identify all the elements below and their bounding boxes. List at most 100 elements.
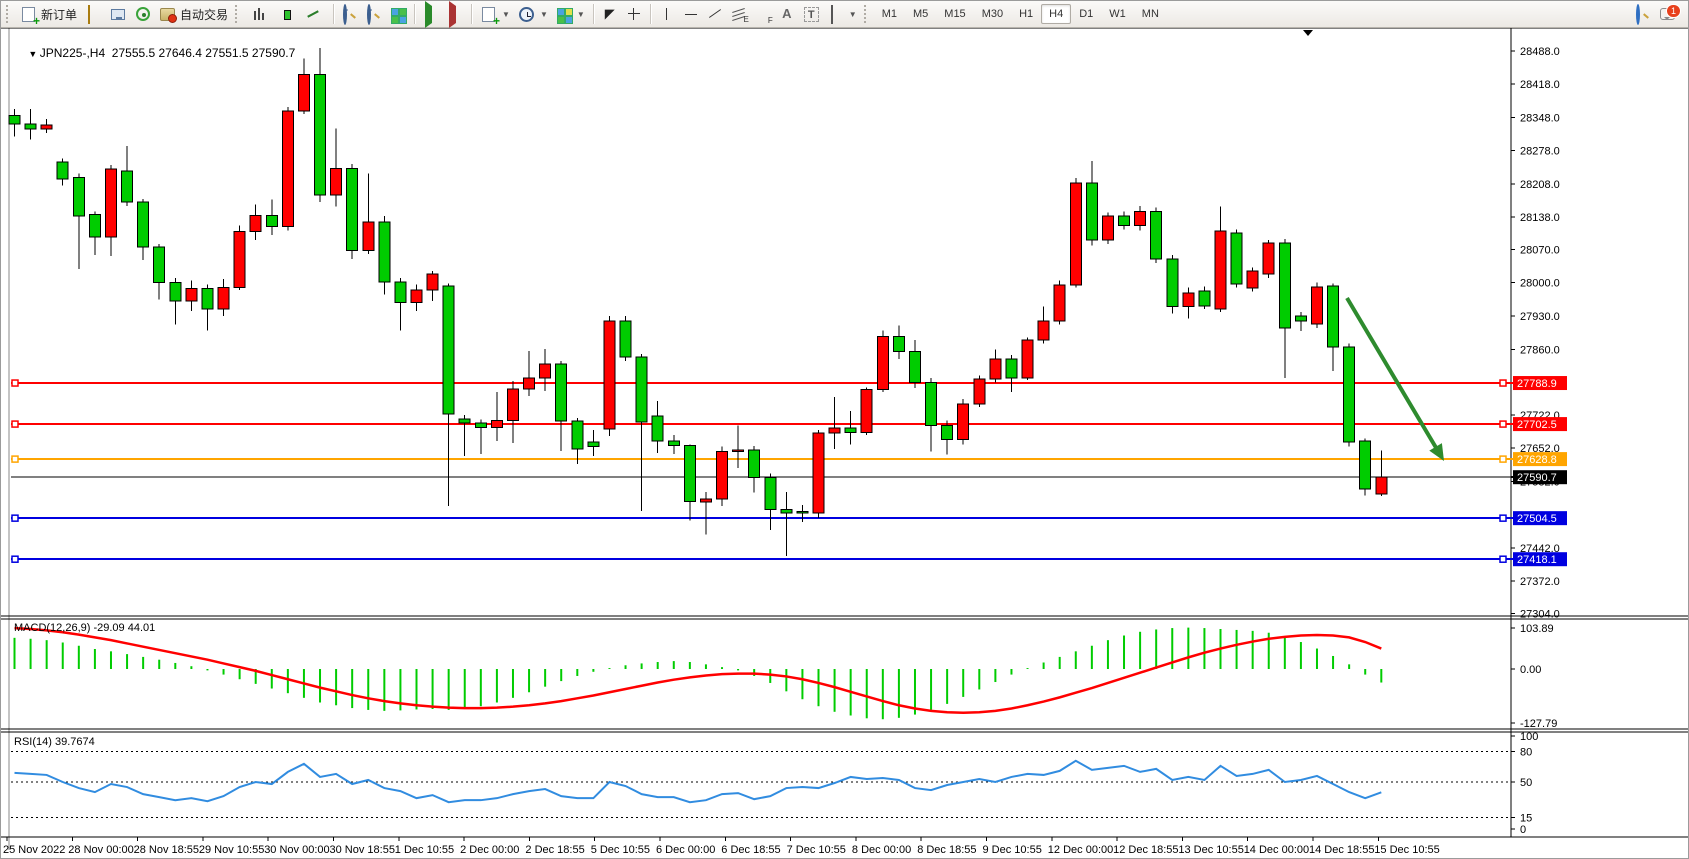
rsi-indicator-label: RSI(14) 39.7674 — [14, 736, 95, 748]
candlestick-icon — [279, 6, 295, 22]
new-order-button[interactable]: + 新订单 — [16, 4, 81, 25]
crosshair-icon — [626, 6, 642, 22]
search-icon — [1636, 4, 1640, 25]
date-axis-label: 8 Dec 18:55 — [917, 844, 976, 856]
price-axis-label: 28418.0 — [1520, 79, 1560, 91]
chart-shift-icon — [423, 6, 439, 22]
autoscroll-icon — [447, 6, 463, 22]
crosshair-button[interactable] — [622, 4, 646, 24]
fibonacci-icon: E — [731, 6, 747, 22]
autotrading-icon — [160, 8, 175, 21]
clock-icon — [519, 7, 534, 22]
line-chart-button[interactable] — [301, 2, 329, 26]
date-axis-label: 1 Dec 10:55 — [395, 844, 454, 856]
trendline-button[interactable] — [703, 4, 727, 24]
search-button[interactable] — [1631, 4, 1655, 24]
chart-area[interactable]: 28488.0 28418.0 28348.0 28278.0 28208.0 28138… — [1, 28, 1689, 859]
text-label-button[interactable]: T — [799, 4, 824, 25]
line-chart-icon — [307, 6, 323, 22]
macd-indicator-label: MACD(12,26,9) -29.09 44.01 — [14, 622, 155, 634]
signals-button[interactable] — [131, 4, 155, 24]
price-axis-label: 28138.0 — [1520, 212, 1560, 224]
tab-d1[interactable]: D1 — [1071, 4, 1101, 24]
price-tag: 27504.5 — [1517, 513, 1557, 525]
date-axis-label: 5 Dec 10:55 — [591, 844, 650, 856]
fibonacci-button[interactable]: E — [727, 4, 751, 24]
toolbar-grip — [6, 5, 13, 23]
price-axis-label: 27372.0 — [1520, 576, 1560, 588]
svg-text:-127.79: -127.79 — [1520, 718, 1557, 730]
price-chart-svg[interactable]: 28488.0 28418.0 28348.0 28278.0 28208.0 28138… — [1, 28, 1689, 859]
new-order-label: 新订单 — [41, 6, 77, 23]
price-axis-label: 28070.0 — [1520, 244, 1560, 256]
chat-button[interactable]: 1 — [1655, 4, 1680, 24]
date-axis-label: 30 Nov 18:55 — [330, 844, 395, 856]
text-button[interactable]: A — [775, 4, 799, 24]
period-button[interactable]: ▼ — [514, 4, 552, 25]
tab-m5[interactable]: M5 — [905, 4, 936, 24]
svg-text:100: 100 — [1520, 731, 1538, 743]
price-tag: 27628.8 — [1517, 454, 1557, 466]
new-chart-button[interactable]: +▼ — [476, 4, 514, 25]
autoscroll-button[interactable] — [443, 4, 467, 24]
bar-chart-button[interactable] — [245, 2, 273, 26]
autotrading-button[interactable]: 自动交易 — [155, 4, 232, 25]
tab-m1[interactable]: M1 — [874, 4, 905, 24]
date-axis-label: 14 Dec 18:55 — [1309, 844, 1374, 856]
cursor-icon: ◤ — [602, 6, 618, 22]
price-axis-label: 28348.0 — [1520, 112, 1560, 124]
horizontal-line-button[interactable] — [679, 4, 703, 24]
candle-chart-button[interactable] — [273, 2, 301, 26]
horizontal-line-icon — [683, 6, 699, 22]
vertical-line-button[interactable] — [655, 4, 679, 24]
cursor-button[interactable]: ◤ — [598, 4, 622, 24]
chat-icon: 1 — [1660, 8, 1675, 20]
svg-text:15: 15 — [1520, 812, 1532, 824]
svg-text:80: 80 — [1520, 747, 1532, 759]
price-axis-label: 27860.0 — [1520, 344, 1560, 356]
price-axis-label: 28278.0 — [1520, 146, 1560, 158]
price-axis-label: 28208.0 — [1520, 179, 1560, 191]
tab-h1[interactable]: H1 — [1011, 4, 1041, 24]
tab-m15[interactable]: M15 — [936, 4, 973, 24]
zoom-in-button[interactable]: + — [338, 4, 362, 24]
zoom-in-icon: + — [343, 4, 347, 25]
price-tag: 27702.5 — [1517, 419, 1557, 431]
date-axis-label: 15 Dec 10:55 — [1374, 844, 1439, 856]
zoom-out-icon: − — [367, 4, 371, 25]
publish-button[interactable] — [105, 5, 131, 24]
date-axis-label: 28 Nov 18:55 — [134, 844, 199, 856]
new-order-icon: + — [22, 7, 35, 22]
grid-button[interactable]: F — [751, 4, 775, 24]
tab-m30[interactable]: M30 — [974, 4, 1011, 24]
date-axis-label: 6 Dec 00:00 — [656, 844, 715, 856]
chart-collapse-icon[interactable]: ▼ — [28, 49, 39, 59]
chart-title: ▼ JPN225-,H4 27555.5 27646.4 27551.5 275… — [15, 32, 295, 74]
date-axis-label: 2 Dec 18:55 — [525, 844, 584, 856]
trendline-icon — [707, 6, 723, 22]
autotrading-label: 自动交易 — [180, 6, 228, 23]
indicators-button[interactable]: ▼ — [552, 4, 589, 24]
styles-button[interactable] — [81, 4, 105, 24]
tab-w1[interactable]: W1 — [1101, 4, 1134, 24]
date-axis-label: 12 Dec 00:00 — [1048, 844, 1113, 856]
tile-windows-button[interactable] — [386, 4, 410, 24]
signal-icon — [136, 7, 150, 21]
chart-shift-button[interactable] — [419, 4, 443, 24]
date-axis-label: 12 Dec 18:55 — [1113, 844, 1178, 856]
indicators-icon — [556, 6, 572, 22]
shapes-button[interactable]: ▼ — [824, 4, 861, 24]
svg-text:0.00: 0.00 — [1520, 664, 1541, 676]
shapes-icon — [831, 5, 833, 24]
price-axis-label: 28488.0 — [1520, 46, 1560, 58]
monitor-icon — [111, 9, 125, 20]
grid-icon: F — [755, 6, 771, 22]
zoom-out-button[interactable]: − — [362, 4, 386, 24]
date-axis-label: 25 Nov 2022 — [3, 844, 65, 856]
tab-mn[interactable]: MN — [1134, 4, 1167, 24]
new-chart-icon: + — [482, 7, 495, 22]
svg-text:50: 50 — [1520, 777, 1532, 789]
date-axis-label: 9 Dec 10:55 — [983, 844, 1042, 856]
tab-h4[interactable]: H4 — [1041, 4, 1071, 24]
text-icon: A — [779, 6, 795, 22]
